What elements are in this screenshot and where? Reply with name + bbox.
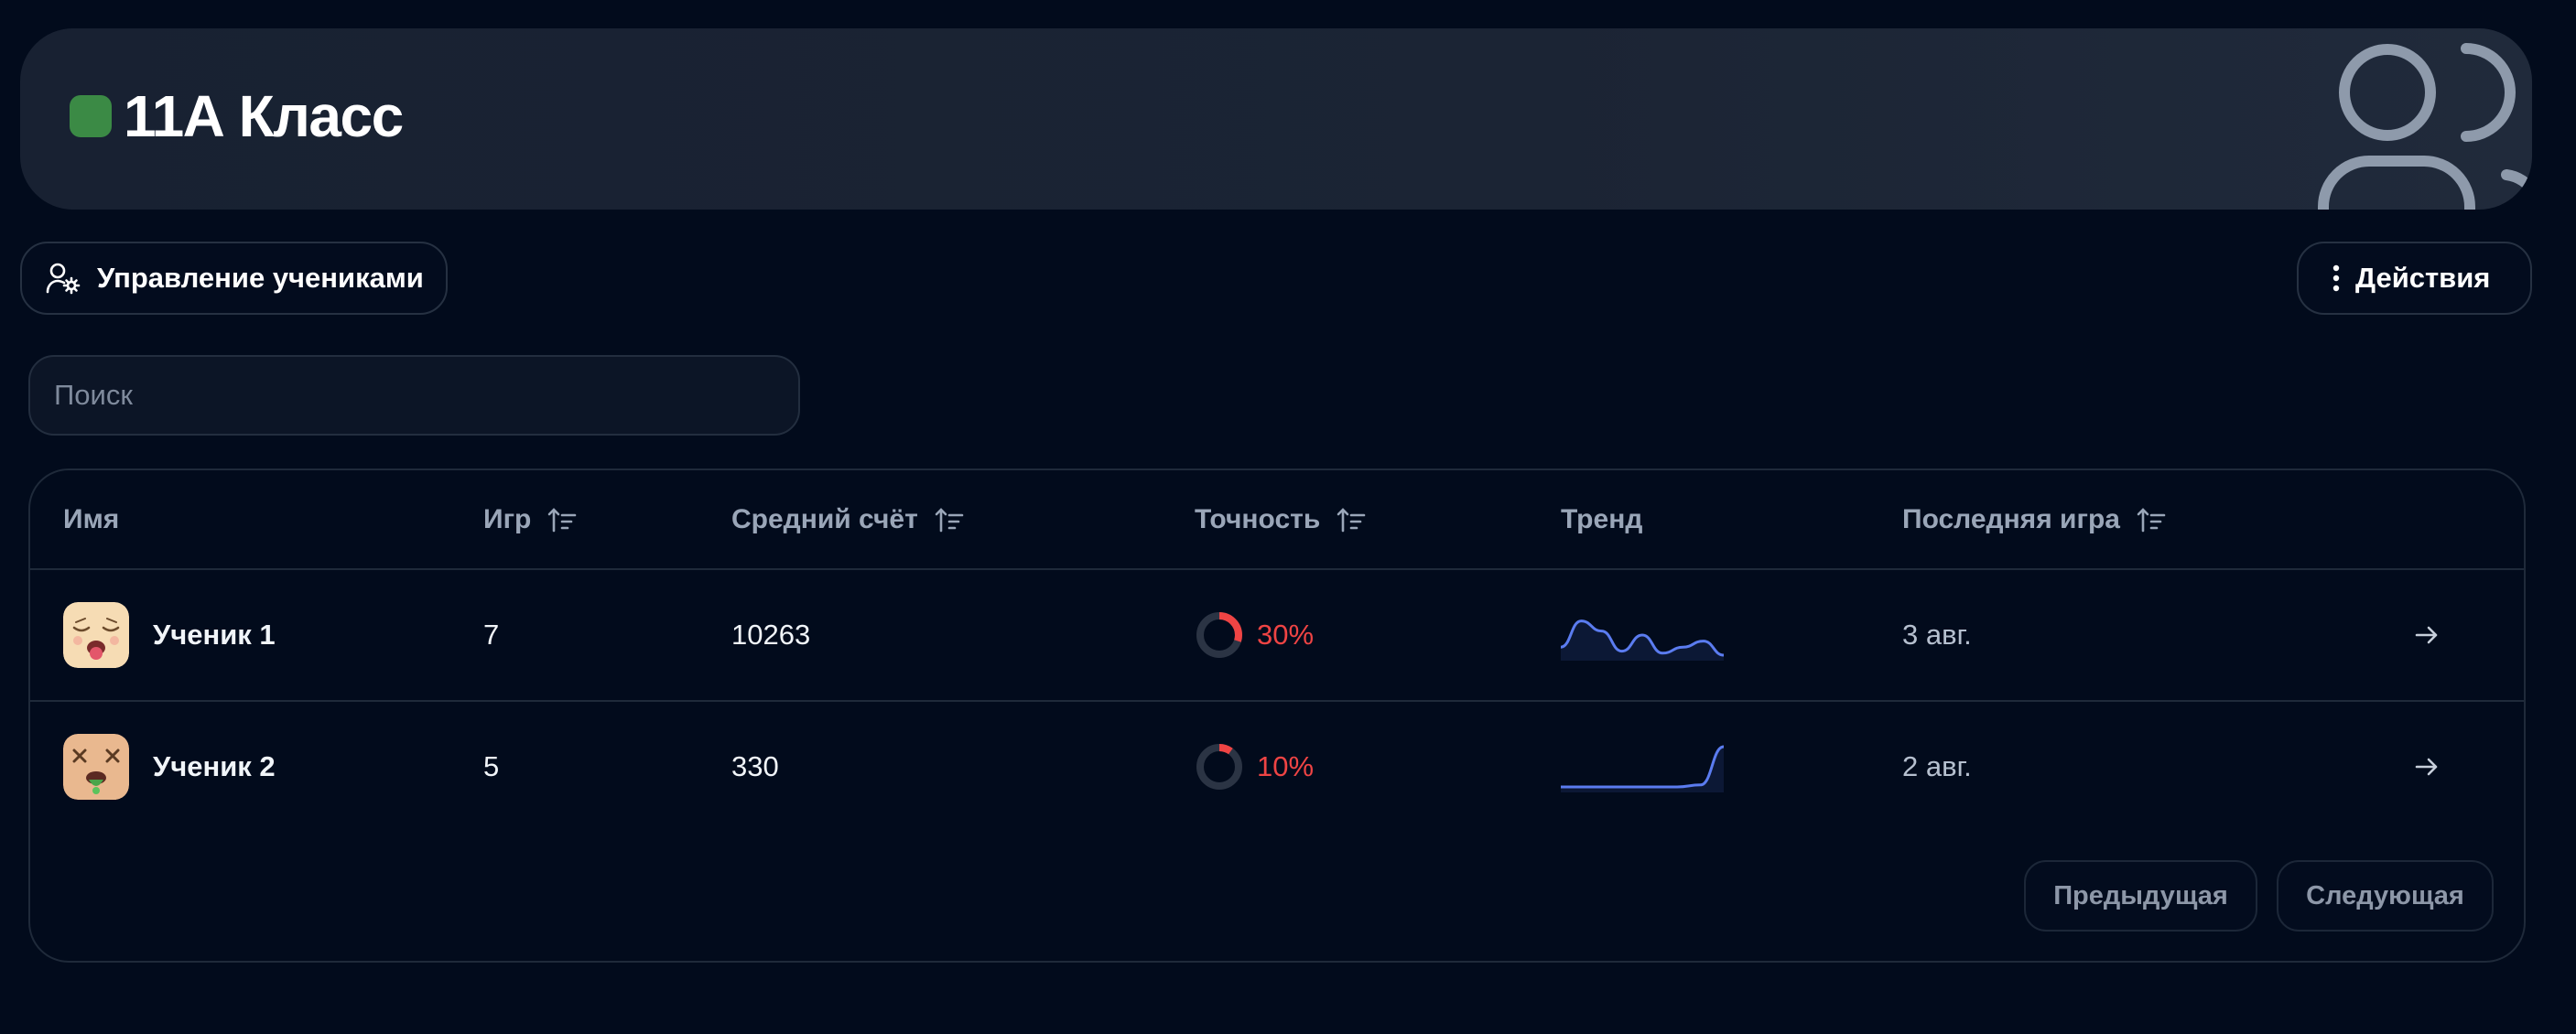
users-icon <box>2318 43 2532 210</box>
previous-page-button[interactable]: Предыдущая <box>2024 860 2257 932</box>
column-header-games[interactable]: Игр <box>483 470 577 568</box>
page-title: 11А Класс <box>124 83 404 149</box>
column-header-avg-score[interactable]: Средний счёт <box>731 470 964 568</box>
manage-students-label: Управление учениками <box>97 262 424 294</box>
accuracy-cell: 30% <box>1195 570 1314 700</box>
column-name-label: Имя <box>63 503 120 534</box>
next-page-button[interactable]: Следующая <box>2277 860 2494 932</box>
accuracy-ring <box>1196 744 1242 790</box>
trend-cell <box>1561 570 1724 700</box>
column-trend-label: Тренд <box>1561 503 1643 534</box>
trend-cell <box>1561 702 1724 832</box>
column-header-last-game[interactable]: Последняя игра <box>1902 470 2166 568</box>
table-row[interactable]: Ученик 1 7 10263 30% 3 авг. <box>30 570 2524 702</box>
arrow-right-icon <box>2415 626 2438 644</box>
open-student-button[interactable] <box>2413 570 2441 700</box>
manage-students-button[interactable]: Управление учениками <box>20 242 448 315</box>
accuracy-value: 30% <box>1257 619 1315 651</box>
sort-icon[interactable] <box>547 506 577 533</box>
column-avg-score-label: Средний счёт <box>731 503 918 534</box>
column-last-game-label: Последняя игра <box>1902 503 2120 534</box>
sleepy-face-avatar <box>63 602 129 668</box>
column-games-label: Игр <box>483 503 532 534</box>
column-header-trend: Тренд <box>1561 470 1642 568</box>
sort-icon[interactable] <box>935 506 964 533</box>
open-student-button[interactable] <box>2413 702 2441 832</box>
student-name-cell: Ученик 2 <box>63 702 276 832</box>
accuracy-cell: 10% <box>1195 702 1314 832</box>
column-accuracy-label: Точность <box>1195 503 1321 534</box>
class-header: 11А Класс <box>20 28 2532 210</box>
games-cell: 5 <box>483 750 500 782</box>
column-header-name: Имя <box>63 470 119 568</box>
actions-button[interactable]: Действия <box>2297 242 2532 315</box>
students-table: Имя Игр Средний счёт Точность Тренд Посл… <box>28 469 2526 963</box>
sort-icon[interactable] <box>2137 506 2166 533</box>
last-game-cell: 3 авг. <box>1902 619 1972 651</box>
class-status-dot <box>70 95 112 137</box>
trend-sparkline <box>1561 619 1724 661</box>
accuracy-ring <box>1196 612 1242 658</box>
column-header-accuracy[interactable]: Точность <box>1195 470 1366 568</box>
table-row[interactable]: Ученик 2 5 330 10% 2 авг. <box>30 702 2524 832</box>
actions-label: Действия <box>2355 262 2491 294</box>
arrow-right-icon <box>2415 758 2438 776</box>
student-name[interactable]: Ученик 1 <box>153 619 276 652</box>
trend-line <box>1561 745 1724 789</box>
user-cog-icon <box>46 263 81 295</box>
trend-sparkline <box>1561 745 1724 792</box>
table-header: Имя Игр Средний счёт Точность Тренд Посл… <box>30 470 2524 570</box>
sort-icon[interactable] <box>1337 506 1366 533</box>
accuracy-value: 10% <box>1257 750 1315 782</box>
avg-score-cell: 330 <box>731 750 779 782</box>
student-name-cell: Ученик 1 <box>63 570 276 700</box>
avg-score-cell: 10263 <box>731 619 811 651</box>
last-game-cell: 2 авг. <box>1902 750 1972 782</box>
dizzy-face-avatar <box>63 734 129 800</box>
student-name[interactable]: Ученик 2 <box>153 750 276 783</box>
more-vertical-icon <box>2332 264 2340 292</box>
games-cell: 7 <box>483 619 500 651</box>
search-input[interactable] <box>28 355 800 436</box>
